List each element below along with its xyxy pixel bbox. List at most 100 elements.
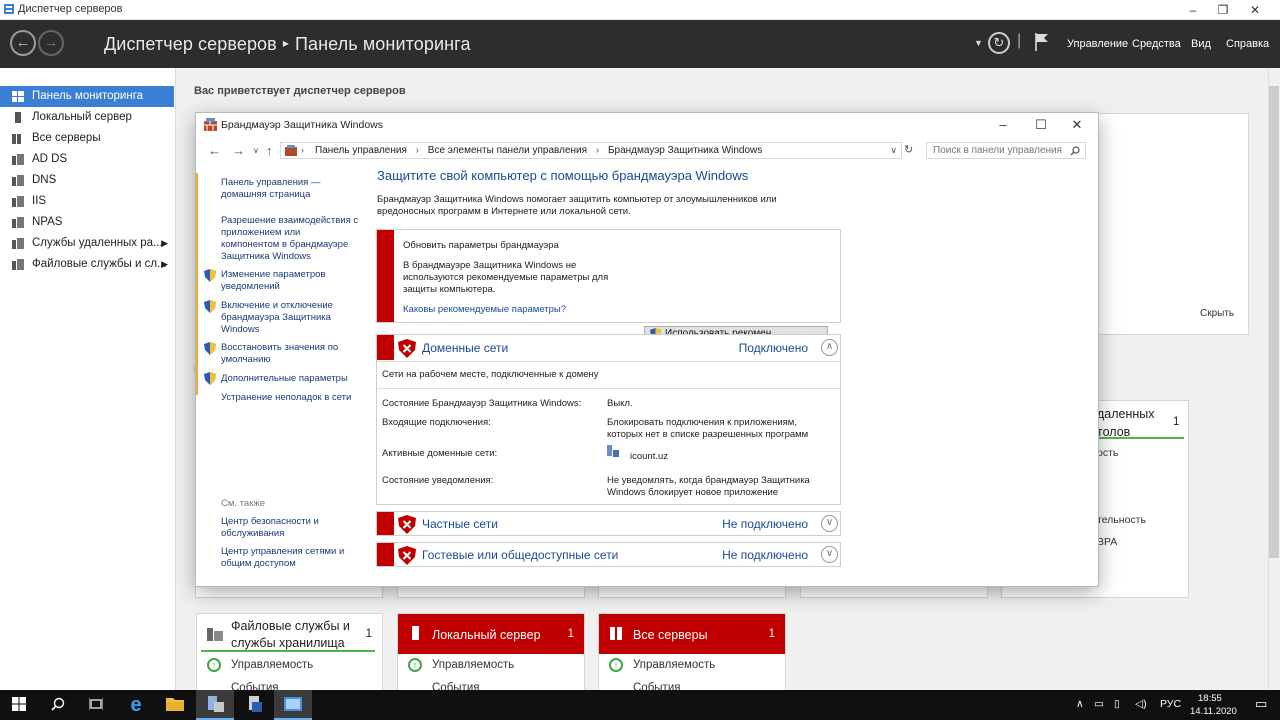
file-explorer-button[interactable] [156,690,194,720]
clock-date[interactable]: 14.11.2020 [1190,706,1237,717]
sidebar-item-remote-access[interactable]: Службы удаленных ра... ▶ [0,233,174,254]
address-part[interactable]: Брандмауэр Защитника Windows [608,145,762,156]
task-view-button[interactable] [77,690,115,720]
sidebar-item-adds[interactable]: AD DS [0,149,174,170]
address-box[interactable]: › Панель управления › Все элементы панел… [280,142,902,159]
input-language[interactable]: РУС [1160,698,1181,710]
maximize-button[interactable]: ❐ [1208,0,1238,20]
private-networks-box[interactable]: Частные сети Не подключено ∨ [376,511,841,536]
tile-local-server[interactable]: Локальный сервер 1 ↑ Управляемость Событ… [397,613,585,693]
back-button[interactable]: ← [10,30,36,56]
recommended-settings-link[interactable]: Каковы рекомендуемые параметры? [403,304,566,316]
tile-count: 1 [365,628,372,640]
firewall-close-button[interactable]: ✕ [1060,114,1094,136]
internet-explorer-button[interactable]: e [117,690,155,720]
address-part[interactable]: Панель управления [315,145,407,156]
clock-time[interactable]: 18:55 [1198,693,1222,704]
link-notification-settings[interactable]: Изменение параметров уведомлений [221,269,361,293]
warning-text: В брандмауэре Защитника Windows не испол… [403,260,609,295]
sidebar-item-file-services[interactable]: Файловые службы и сл... ▶ [0,254,174,275]
refresh-icon[interactable]: ↻ [904,143,913,156]
breadcrumb-root[interactable]: Диспетчер серверов [104,34,277,54]
expand-arrow-icon[interactable]: ▶ [161,233,168,254]
task-view-icon [88,698,104,710]
link-restore-defaults[interactable]: Восстановить значения по умолчанию [221,342,361,366]
tile-all-servers[interactable]: Все серверы 1 ↑ Управляемость События [598,613,786,693]
sidebar-item-label: Локальный сервер [32,111,132,123]
link-security-center[interactable]: Центр безопасности и обслуживания [221,516,361,540]
link-control-panel-home[interactable]: Панель управления — домашняя страница [221,177,361,201]
tasks-accent-bar [196,173,198,395]
refresh-icon[interactable]: ↻ [988,32,1010,54]
see-also-heading: См. также [221,498,265,509]
forward-button[interactable]: → [38,30,64,56]
menu-manage[interactable]: Управление [1067,38,1128,50]
volume-icon[interactable]: ◁) [1135,698,1147,710]
dropdown-icon[interactable]: ▼ [974,38,983,48]
menu-help[interactable]: Справка [1226,38,1269,50]
collapse-chevron-icon[interactable]: ∧ [821,339,838,356]
back-arrow-icon[interactable]: ← [208,143,221,158]
link-advanced-settings[interactable]: Дополнительные параметры [221,373,361,385]
breadcrumb-current: Панель мониторинга [294,34,471,54]
uac-shield-icon [204,300,216,313]
up-arrow-icon[interactable]: ↑ [266,143,273,158]
address-dropdown-icon[interactable]: ∨ [890,143,897,158]
recent-dropdown-icon[interactable]: ∨ [253,146,259,155]
control-panel-search-input[interactable]: Поиск в панели управления [926,142,1086,159]
firewall-minimize-button[interactable]: – [986,114,1020,136]
sidebar-item-dns[interactable]: DNS [0,170,174,191]
dashboard-icon [12,91,24,102]
address-sep: › [415,145,419,156]
forward-arrow-icon[interactable]: → [232,143,245,158]
row-key: Состояние уведомления: [382,475,494,486]
sidebar-item-dashboard[interactable]: Панель мониторинга [0,86,174,107]
hide-link[interactable]: Скрыть [1200,308,1234,319]
menu-tools[interactable]: Средства [1132,38,1181,50]
sidebar-item-iis[interactable]: IIS [0,191,174,212]
link-troubleshoot[interactable]: Устранение неполадок в сети [221,392,361,404]
link-allow-app[interactable]: Разрешение взаимодействия с приложением … [221,215,361,263]
expand-arrow-icon[interactable]: ▶ [161,254,168,275]
sidebar-item-label: Все серверы [32,132,101,144]
sidebar-item-all-servers[interactable]: Все серверы [0,128,174,149]
minimize-button[interactable]: – [1178,0,1208,20]
network-icon[interactable]: ▯ [1114,698,1120,710]
tile-row-manageability[interactable]: Управляемость [432,659,514,671]
tile-row-manageability[interactable]: Управляемость [231,659,313,671]
guest-networks-box[interactable]: Гостевые или общедоступные сети Не подкл… [376,542,841,567]
shield-x-icon [398,546,416,565]
server-manager-icon [4,4,14,14]
start-button[interactable] [0,690,38,720]
close-button[interactable]: ✕ [1240,0,1270,20]
firewall-maximize-button[interactable]: ☐ [1024,114,1058,136]
tile-count: 1 [768,628,775,640]
link-network-center[interactable]: Центр управления сетями и общим доступом [221,546,361,570]
action-center-icon[interactable]: ▭ [1094,698,1104,710]
arrow-right-icon: → [43,34,59,51]
tile-row: BPA [1097,536,1118,548]
server-manager-taskbar-button[interactable] [196,690,234,720]
firewall-taskbar-button[interactable] [274,690,312,720]
expand-chevron-icon[interactable]: ∨ [821,515,838,532]
network-status: Не подключено [722,517,808,531]
notifications-icon[interactable]: ▭ [1255,696,1267,712]
menu-view[interactable]: Вид [1191,38,1211,50]
address-part[interactable]: Все элементы панели управления [428,145,587,156]
tile-row-manageability[interactable]: Управляемость [633,659,715,671]
folder-icon [166,698,184,711]
tray-overflow-icon[interactable]: ∧ [1076,698,1084,710]
sidebar-item-local-server[interactable]: Локальный сервер [0,107,174,128]
scrollbar-thumb[interactable] [1269,86,1279,558]
tile-header: Файловые службы и службы хранилища 1 [197,614,382,654]
role-icon [12,217,24,228]
tile-header: Все серверы 1 [599,614,785,654]
uac-shield-icon [204,372,216,385]
link-turn-on-off[interactable]: Включение и отключение брандмауэра Защит… [221,300,361,336]
notification-flag-icon[interactable] [1034,32,1050,52]
powershell-button[interactable] [236,690,274,720]
tile-file-services[interactable]: Файловые службы и службы хранилища 1 ↑ У… [196,613,383,693]
search-button[interactable] [39,690,77,720]
sidebar-item-npas[interactable]: NPAS [0,212,174,233]
expand-chevron-icon[interactable]: ∨ [821,546,838,563]
